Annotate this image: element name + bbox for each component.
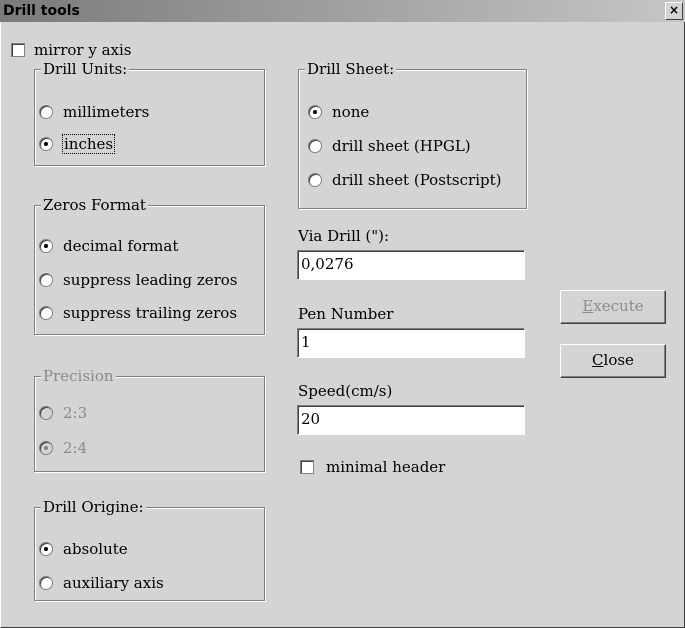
via-drill-input[interactable]: 0,0276	[297, 250, 525, 280]
radio-suppress-leading-zeros[interactable]: suppress leading zeros	[39, 271, 238, 289]
window-title: Drill tools	[3, 3, 80, 19]
precision-2-3-radio-button[interactable]	[39, 406, 53, 420]
drill-sheet-postscript-label: drill sheet (Postscript)	[332, 171, 502, 189]
radio-absolute[interactable]: absolute	[39, 540, 128, 558]
close-window-button[interactable]: ×	[665, 2, 683, 20]
suppress-leading-zeros-radio-button[interactable]	[39, 273, 53, 287]
minimal-header-box[interactable]	[300, 460, 314, 474]
precision-2-4-label: 2:4	[63, 439, 88, 457]
auxiliary-axis-label: auxiliary axis	[63, 574, 164, 592]
radio-suppress-trailing-zeros[interactable]: suppress trailing zeros	[39, 304, 237, 322]
radio-decimal-format[interactable]: decimal format	[39, 237, 178, 255]
drill-units-group: Drill Units: millimeters inches	[34, 60, 265, 166]
drill-sheet-postscript-radio-button[interactable]	[308, 173, 322, 187]
minimal-header-label: minimal header	[326, 458, 446, 476]
decimal-format-label: decimal format	[63, 237, 179, 255]
radio-precision-2-4[interactable]: 2:4	[39, 439, 87, 457]
close-icon: ×	[668, 3, 680, 17]
title-bar: Drill tools ×	[0, 0, 685, 22]
radio-precision-2-3[interactable]: 2:3	[39, 404, 87, 422]
speed-input[interactable]: 20	[297, 405, 525, 435]
millimeters-label: millimeters	[63, 103, 150, 121]
none-label: none	[332, 103, 370, 121]
inches-label: inches	[61, 134, 116, 154]
close-button[interactable]: Close	[560, 344, 666, 378]
suppress-trailing-zeros-radio-button[interactable]	[39, 306, 53, 320]
via-drill-label-text: Via Drill ("):	[298, 227, 390, 245]
suppress-trailing-zeros-label: suppress trailing zeros	[63, 304, 238, 322]
auxiliary-axis-radio-button[interactable]	[39, 576, 53, 590]
inches-radio-button[interactable]	[39, 137, 53, 151]
execute-label-rest: xecute	[593, 297, 644, 315]
decimal-format-radio-button[interactable]	[39, 239, 53, 253]
execute-button[interactable]: Execute	[560, 290, 666, 324]
precision-2-3-label: 2:3	[63, 404, 88, 422]
drill-units-legend: Drill Units:	[41, 60, 130, 78]
radio-drill-sheet-hpgl[interactable]: drill sheet (HPGL)	[308, 137, 471, 155]
close-label-rest: lose	[603, 351, 634, 369]
mirror-y-axis-box[interactable]	[11, 43, 25, 57]
via-drill-label: Via Drill ("):	[298, 227, 389, 245]
close-mnemonic: C	[592, 351, 604, 369]
minimal-header-checkbox[interactable]: minimal header	[300, 458, 445, 476]
radio-drill-sheet-postscript[interactable]: drill sheet (Postscript)	[308, 171, 501, 189]
zeros-format-legend: Zeros Format	[41, 196, 148, 214]
radio-inches[interactable]: inches	[39, 134, 116, 154]
pen-number-input[interactable]: 1	[297, 328, 525, 358]
mirror-y-axis-checkbox[interactable]: mirror y axis	[11, 41, 131, 59]
radio-millimeters[interactable]: millimeters	[39, 103, 149, 121]
speed-label: Speed(cm/s)	[298, 382, 393, 400]
zeros-format-group: Zeros Format decimal format suppress lea…	[34, 196, 265, 335]
mirror-y-axis-label: mirror y axis	[34, 41, 132, 59]
precision-group: Precision 2:3 2:4	[34, 367, 265, 472]
suppress-leading-zeros-label: suppress leading zeros	[63, 271, 238, 289]
absolute-label: absolute	[63, 540, 128, 558]
precision-legend: Precision	[41, 367, 116, 385]
none-radio-button[interactable]	[308, 105, 322, 119]
pen-number-label: Pen Number	[298, 305, 394, 323]
precision-2-4-radio-button[interactable]	[39, 441, 53, 455]
millimeters-radio-button[interactable]	[39, 105, 53, 119]
radio-none[interactable]: none	[308, 103, 369, 121]
drill-sheet-hpgl-radio-button[interactable]	[308, 139, 322, 153]
drill-origine-legend: Drill Origine:	[41, 498, 146, 516]
radio-auxiliary-axis[interactable]: auxiliary axis	[39, 574, 164, 592]
drill-sheet-hpgl-label: drill sheet (HPGL)	[332, 137, 471, 155]
absolute-radio-button[interactable]	[39, 542, 53, 556]
drill-sheet-legend: Drill Sheet:	[305, 60, 397, 78]
execute-mnemonic: E	[582, 297, 594, 315]
drill-origine-group: Drill Origine: absolute auxiliary axis	[34, 498, 265, 601]
drill-sheet-group: Drill Sheet: none drill sheet (HPGL) dri…	[298, 60, 527, 209]
